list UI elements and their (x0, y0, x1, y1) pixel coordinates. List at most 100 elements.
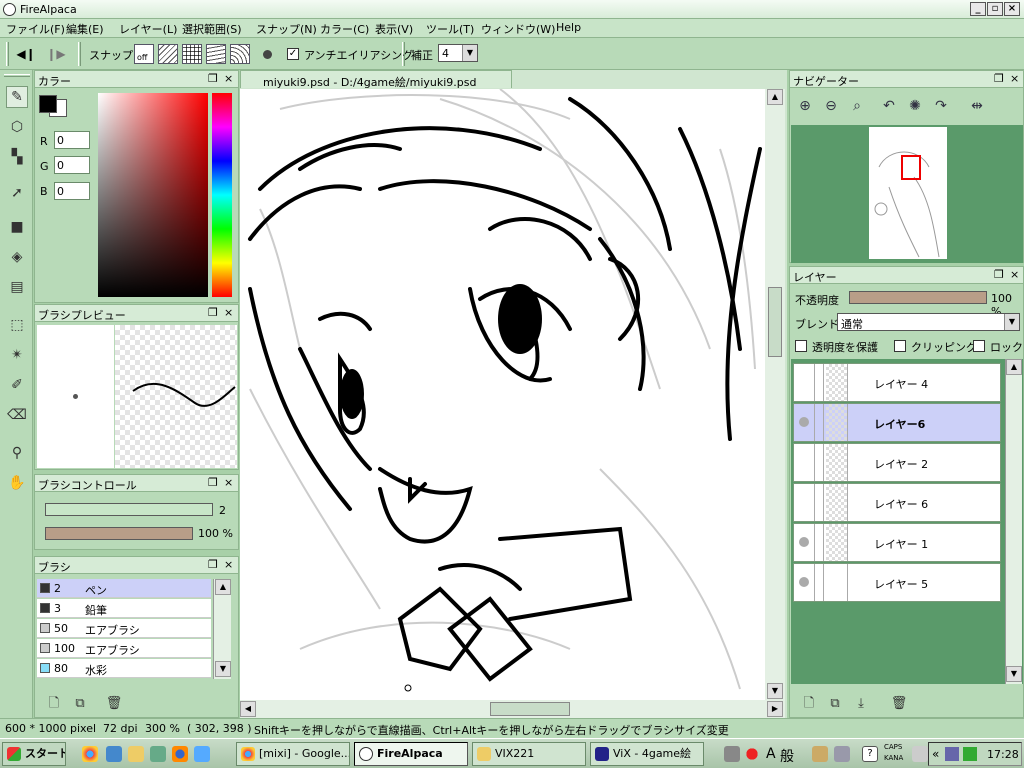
tray-expand-icon[interactable]: « (932, 747, 939, 761)
rotate-right-icon[interactable]: ↷ (932, 97, 950, 115)
select-tool-icon[interactable]: ⬚ (6, 314, 28, 336)
r-input[interactable] (54, 131, 90, 149)
b-input[interactable] (54, 182, 90, 200)
previous-icon[interactable]: ◀❙ (16, 44, 36, 64)
snap-perspective-icon[interactable] (206, 44, 226, 64)
task-firealpaca[interactable]: FireAlpaca (354, 742, 468, 766)
zoom-in-icon[interactable]: ⊕ (796, 97, 814, 115)
scroll-up-icon[interactable]: ▲ (767, 89, 783, 105)
visibility-icon[interactable] (799, 537, 809, 547)
close-icon[interactable]: × (1010, 72, 1019, 85)
scroll-down-icon[interactable]: ▼ (215, 661, 231, 677)
task-vix221[interactable]: VIX221 (472, 742, 586, 766)
snap-circle-icon[interactable] (263, 50, 272, 59)
close-button[interactable]: × (1004, 2, 1020, 16)
task-chrome[interactable]: [mixi] - Google... (236, 742, 350, 766)
chrome-icon[interactable] (82, 746, 98, 762)
start-button[interactable]: スタート (2, 742, 66, 766)
float-icon[interactable]: ❐ (994, 72, 1004, 85)
snap-parallel-icon[interactable] (158, 44, 178, 64)
horizontal-scrollbar[interactable]: ◀ ▶ (240, 700, 785, 718)
menu-help[interactable]: Help (556, 21, 581, 34)
scroll-down-icon[interactable]: ▼ (1006, 666, 1022, 682)
vertical-scrollbar[interactable]: ▲ ▼ (765, 89, 785, 700)
blend-select[interactable]: 通常 ▼ (837, 313, 1020, 331)
brush-item[interactable]: 50 エアブラシ (37, 619, 211, 638)
minimize-button[interactable]: _ (970, 2, 986, 16)
menu-snap[interactable]: スナップ(N) (256, 21, 317, 37)
firefox-icon[interactable] (172, 746, 188, 762)
rotate-reset-icon[interactable]: ✺ (906, 97, 924, 115)
eyedropper-icon[interactable]: ⚲ (6, 442, 28, 464)
document-tab[interactable]: miyuki9.psd - D:/4game絵/miyuki9.psd (240, 70, 512, 89)
delete-brush-icon[interactable]: 🗑 (105, 695, 123, 713)
chevron-down-icon[interactable]: ▼ (1004, 314, 1019, 330)
close-icon[interactable]: × (224, 72, 233, 85)
lock-checkbox[interactable] (973, 340, 985, 352)
float-icon[interactable]: ❐ (994, 268, 1004, 281)
merge-layer-icon[interactable]: ⤓ (852, 695, 870, 713)
zoom-reset-icon[interactable]: ⌕ (848, 97, 866, 115)
dot-tool-icon[interactable]: ▚ (6, 146, 28, 168)
scroll-up-icon[interactable]: ▲ (1006, 359, 1022, 375)
scroll-thumb[interactable] (490, 702, 570, 716)
ime-icon[interactable] (744, 746, 760, 762)
chevron-down-icon[interactable]: ▼ (462, 45, 477, 61)
ime-tool-icon[interactable] (812, 746, 828, 762)
brush-item[interactable]: 80 水彩 (37, 659, 211, 678)
zoom-out-icon[interactable]: ⊖ (822, 97, 840, 115)
fill-rect-tool-icon[interactable]: ■ (6, 216, 28, 238)
select-eraser-icon[interactable]: ⌫ (6, 404, 28, 426)
duplicate-layer-icon[interactable]: ⧉ (826, 695, 844, 713)
g-input[interactable] (54, 156, 90, 174)
float-icon[interactable]: ❐ (208, 72, 218, 85)
foreground-color-swatch[interactable] (39, 95, 57, 113)
close-icon[interactable]: × (224, 306, 233, 319)
folder-icon[interactable] (128, 746, 144, 762)
scroll-down-icon[interactable]: ▼ (767, 683, 783, 699)
hue-slider[interactable] (212, 93, 232, 297)
menu-selection[interactable]: 選択範囲(S) (182, 21, 242, 37)
scroll-right-icon[interactable]: ▶ (767, 701, 783, 717)
pen-tool-icon[interactable]: ✎ (6, 86, 28, 108)
correction-select[interactable]: 4 ▼ (438, 44, 478, 62)
menu-edit[interactable]: 編集(E) (66, 21, 104, 37)
snap-grid-icon[interactable] (182, 44, 202, 64)
move-tool-icon[interactable]: ➚ (6, 182, 28, 204)
new-layer-icon[interactable]: 🗋 (800, 695, 818, 713)
select-pen-icon[interactable]: ✐ (6, 374, 28, 396)
ime-mode-kan[interactable]: 般 (780, 746, 794, 766)
ie-icon[interactable] (194, 746, 210, 762)
menu-layer[interactable]: レイヤー(L) (119, 21, 177, 37)
menu-window[interactable]: ウィンドウ(W) (481, 21, 555, 37)
brush-item[interactable]: 2 ペン (37, 579, 211, 598)
menu-tool[interactable]: ツール(T) (426, 21, 474, 37)
flip-icon[interactable]: ⇹ (968, 97, 986, 115)
visibility-icon[interactable] (799, 577, 809, 587)
rotate-left-icon[interactable]: ↶ (880, 97, 898, 115)
close-icon[interactable]: × (224, 476, 233, 489)
network-icon[interactable] (945, 747, 959, 761)
next-icon[interactable]: ❙▶ (46, 44, 66, 64)
close-icon[interactable]: × (224, 558, 233, 571)
float-icon[interactable]: ❐ (208, 306, 218, 319)
keyboard-icon[interactable] (724, 746, 740, 762)
brush-item[interactable]: 100 エアブラシ (37, 639, 211, 658)
layer-list-scrollbar[interactable]: ▲ ▼ (1005, 359, 1022, 684)
layer-row-selected[interactable]: レイヤー6 (793, 403, 1001, 442)
layer-row[interactable]: レイヤー 6 (793, 483, 1001, 522)
layer-row[interactable]: レイヤー 5 (793, 563, 1001, 602)
new-brush-icon[interactable]: 🗋 (45, 695, 63, 713)
outlook-icon[interactable] (106, 746, 122, 762)
layer-row[interactable]: レイヤー 4 (793, 363, 1001, 402)
magic-wand-icon[interactable]: ✴ (6, 344, 28, 366)
app-icon[interactable] (150, 746, 166, 762)
task-vix[interactable]: ViX - 4game絵 (590, 742, 704, 766)
clipping-checkbox[interactable] (894, 340, 906, 352)
gradient-tool-icon[interactable]: ▤ (6, 276, 28, 298)
protect-alpha-checkbox[interactable] (795, 340, 807, 352)
menu-view[interactable]: 表示(V) (375, 21, 413, 37)
navigator-view[interactable] (791, 125, 1023, 263)
scroll-left-icon[interactable]: ◀ (240, 701, 256, 717)
layer-row[interactable]: レイヤー 1 (793, 523, 1001, 562)
